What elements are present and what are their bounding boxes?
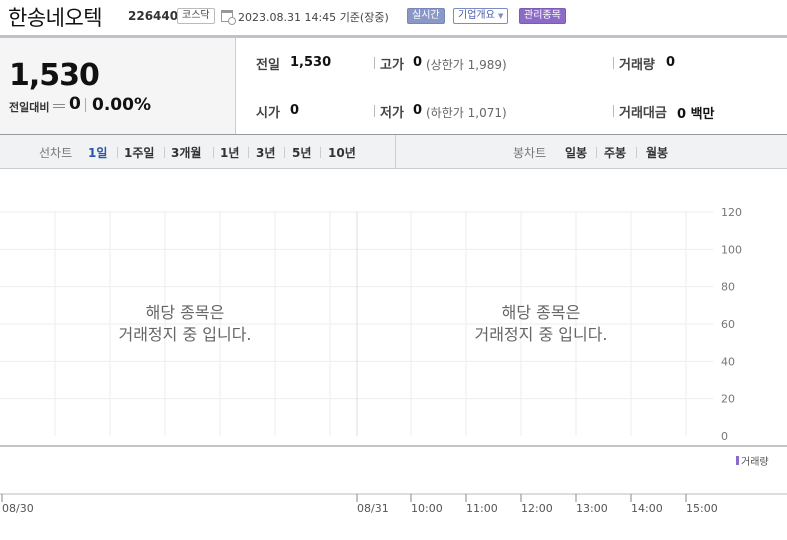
- calendar-clock-icon: [221, 10, 236, 25]
- stock-header: 한송네오텍 226440 코스닥 2023.08.31 14:45 기준(장중)…: [0, 0, 787, 36]
- divider: [613, 57, 614, 69]
- quote-datetime: 2023.08.31 14:45 기준(장중): [238, 11, 389, 24]
- tab-5year[interactable]: 5년: [292, 144, 311, 161]
- tab-weekly[interactable]: 주봉: [604, 144, 626, 161]
- divider: [248, 147, 249, 158]
- divider: [374, 57, 375, 69]
- x-tick-label: 12:00: [521, 502, 553, 515]
- halt-message-line: 거래정지 중 입니다.: [118, 325, 252, 344]
- halt-message-right: 해당 종목은 거래정지 중 입니다.: [441, 302, 641, 346]
- halt-message-left: 해당 종목은 거래정지 중 입니다.: [85, 302, 285, 346]
- tab-1week[interactable]: 1주일: [124, 144, 154, 161]
- open-value: 0: [290, 103, 300, 118]
- quote-stats: 전일 1,530 고가 0 (상한가 1,989) 거래량 0 시가 0 저가 …: [236, 38, 787, 134]
- x-tick-label: 11:00: [466, 502, 498, 515]
- current-price: 1,530: [9, 58, 100, 93]
- chevron-down-icon: ▼: [498, 12, 504, 20]
- divider: [613, 105, 614, 117]
- amount-value: 0 백만: [677, 107, 715, 122]
- divider: [85, 98, 86, 112]
- market-badge: 코스닥: [177, 8, 215, 24]
- halt-message-line: 거래정지 중 입니다.: [474, 325, 608, 344]
- current-price-panel: 1,530 전일대비 0 0.00%: [0, 38, 236, 134]
- x-tick-label: 10:00: [411, 502, 443, 515]
- y-tick-label: 120: [721, 206, 742, 219]
- y-tick-label: 0: [721, 430, 728, 443]
- halt-message-line: 해당 종목은: [145, 303, 225, 322]
- realtime-button[interactable]: 실시간: [407, 8, 445, 24]
- volume-value: 0: [666, 55, 676, 70]
- tab-monthly[interactable]: 월봉: [646, 144, 668, 161]
- y-tick-label: 60: [721, 318, 735, 331]
- volume-legend-label: 거래량: [741, 456, 769, 468]
- change-percent: 0.00%: [92, 95, 151, 115]
- x-tick-label: 08/31: [357, 502, 389, 515]
- tab-10year[interactable]: 10년: [328, 144, 356, 161]
- unchanged-icon: [53, 104, 65, 108]
- chart-tab-bar: 선차트 1일 1주일 3개월 1년 3년 5년 10년 봉차트 일봉 주봉 월봉: [0, 135, 787, 169]
- tab-group-divider: [395, 135, 396, 169]
- divider: [213, 147, 214, 158]
- divider: [117, 147, 118, 158]
- change-value: 0: [69, 94, 81, 114]
- prev-close-value: 1,530: [290, 55, 332, 70]
- high-label: 고가: [380, 58, 404, 73]
- divider: [374, 105, 375, 117]
- chart-canvas: 120 100 80 60 40 20 0 거래량 08/30 08/31 10:00 11:00 12…: [0, 206, 787, 515]
- y-tick-label: 100: [721, 243, 742, 256]
- prev-close-label: 전일: [256, 58, 280, 73]
- tab-1year[interactable]: 1년: [220, 144, 239, 161]
- candle-chart-label: 봉차트: [513, 146, 547, 160]
- y-tick-label: 20: [721, 393, 735, 406]
- company-overview-dropdown[interactable]: 기업개요 ▼: [453, 8, 509, 24]
- price-chart: 120 100 80 60 40 20 0 거래량 08/30 08/31 10:00 11:00 12…: [0, 170, 787, 540]
- tab-3year[interactable]: 3년: [256, 144, 275, 161]
- upper-limit: (상한가 1,989): [426, 58, 507, 72]
- managed-stock-badge: 관리종목: [519, 8, 566, 24]
- y-tick-label: 40: [721, 355, 735, 368]
- stock-name: 한송네오텍: [8, 6, 103, 30]
- lower-limit: (하한가 1,071): [426, 106, 507, 120]
- change-label: 전일대비: [9, 101, 50, 114]
- tab-3month[interactable]: 3개월: [171, 144, 201, 161]
- x-tick-label: 13:00: [576, 502, 608, 515]
- amount-label: 거래대금: [619, 106, 667, 121]
- line-chart-label: 선차트: [39, 146, 73, 160]
- x-tick-label: 14:00: [631, 502, 663, 515]
- volume-legend-swatch: [736, 456, 739, 465]
- low-value: 0: [413, 103, 423, 118]
- divider: [636, 147, 637, 158]
- y-tick-label: 80: [721, 281, 735, 294]
- divider: [164, 147, 165, 158]
- tab-1day[interactable]: 1일: [88, 144, 107, 161]
- volume-label: 거래량: [619, 58, 655, 73]
- divider: [320, 147, 321, 158]
- x-tick-label: 08/30: [2, 502, 34, 515]
- high-value: 0: [413, 55, 423, 70]
- low-label: 저가: [380, 106, 404, 121]
- divider: [284, 147, 285, 158]
- x-tick-label: 15:00: [686, 502, 718, 515]
- divider: [596, 147, 597, 158]
- stock-code: 226440: [128, 9, 179, 23]
- open-label: 시가: [256, 106, 280, 121]
- halt-message-line: 해당 종목은: [501, 303, 581, 322]
- tab-daily[interactable]: 일봉: [565, 144, 587, 161]
